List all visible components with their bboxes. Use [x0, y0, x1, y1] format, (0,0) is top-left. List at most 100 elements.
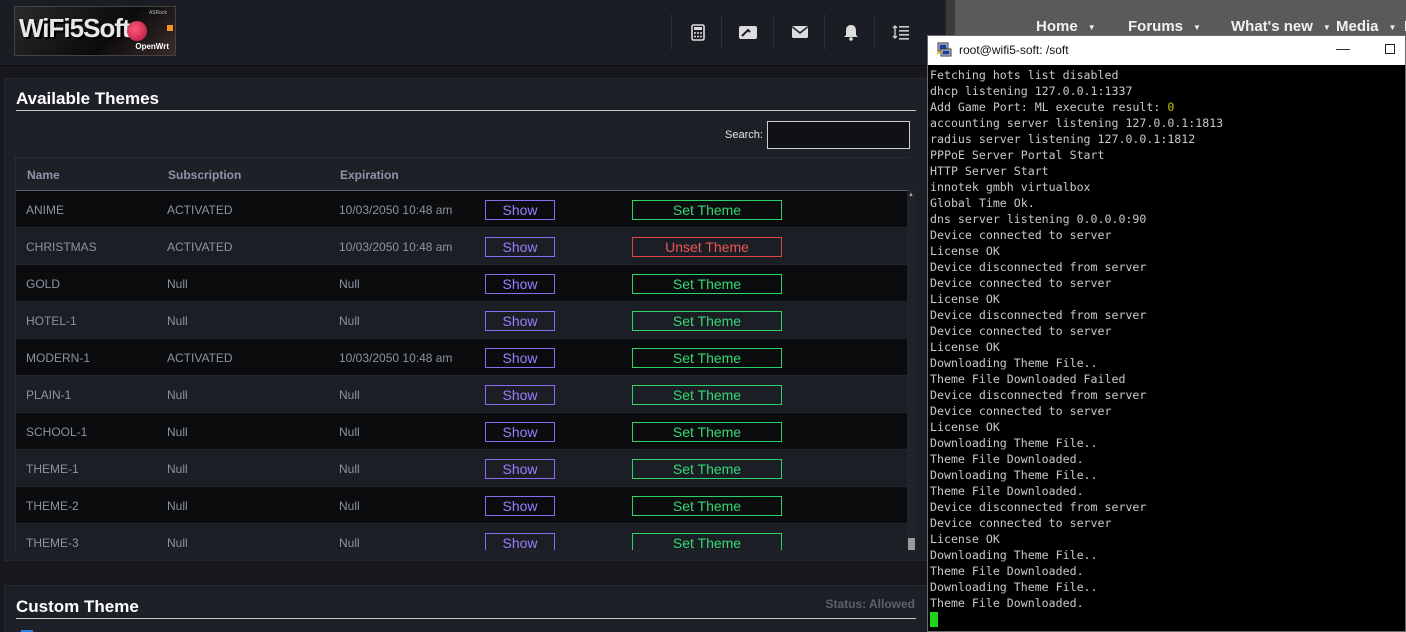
- table-row: HOTEL-1 Null Null Show Set Theme: [16, 302, 908, 339]
- table-row: THEME-3 Null Null Show Set Theme: [16, 524, 908, 550]
- forum-nav-forums[interactable]: Forums ▼: [1128, 18, 1201, 35]
- table-row: CHRISTMAS ACTIVATED 10/03/2050 10:48 am Sho…: [16, 228, 908, 265]
- theme-expiration: 10/03/2050 10:48 am: [339, 351, 453, 365]
- terminal-line: Device disconnected from server: [930, 500, 1147, 514]
- table-row: SCHOOL-1 Null Null Show Set Theme: [16, 413, 908, 450]
- terminal-line: Device connected to server: [930, 404, 1112, 418]
- show-button[interactable]: Show: [485, 496, 555, 516]
- admin-app: WiFi5Soft ASRock OpenWrt Available Theme…: [0, 0, 945, 632]
- bell-icon[interactable]: [824, 14, 876, 50]
- table-row: GOLD Null Null Show Set Theme: [16, 265, 908, 302]
- theme-subscription: ACTIVATED: [167, 240, 233, 254]
- set-theme-button[interactable]: Set Theme: [632, 422, 782, 442]
- theme-expiration: 10/03/2050 10:48 am: [339, 240, 453, 254]
- theme-expiration: Null: [339, 314, 360, 328]
- terminal-titlebar[interactable]: root@wifi5-soft: /soft —: [928, 36, 1405, 65]
- terminal-line: Theme File Downloaded.: [930, 596, 1084, 610]
- terminal-line: Device disconnected from server: [930, 308, 1147, 322]
- terminal-line: Downloading Theme File..: [930, 580, 1098, 594]
- set-theme-button[interactable]: Set Theme: [632, 274, 782, 294]
- terminal-line: Device connected to server: [930, 228, 1112, 242]
- set-theme-button[interactable]: Set Theme: [632, 200, 782, 220]
- table-header: Name Subscription Expiration: [16, 157, 908, 191]
- terminal-line: Device disconnected from server: [930, 388, 1147, 402]
- mail-icon[interactable]: [773, 14, 825, 50]
- set-theme-button[interactable]: Set Theme: [632, 385, 782, 405]
- table-scrollbar[interactable]: [907, 191, 915, 550]
- title-divider: [16, 110, 916, 111]
- show-button[interactable]: Show: [485, 385, 555, 405]
- terminal-line: Device connected to server: [930, 516, 1112, 530]
- terminal-output[interactable]: Fetching hots list disabled dhcp listenin…: [930, 67, 1400, 627]
- show-button[interactable]: Show: [485, 311, 555, 331]
- show-button[interactable]: Show: [485, 274, 555, 294]
- result-value: 0: [1167, 100, 1175, 114]
- terminal-line: Downloading Theme File..: [930, 468, 1098, 482]
- set-theme-button[interactable]: Set Theme: [632, 311, 782, 331]
- terminal-line: License OK: [930, 532, 1000, 546]
- column-header-name[interactable]: Name: [27, 168, 60, 182]
- theme-subscription: Null: [167, 314, 188, 328]
- theme-subscription: Null: [167, 462, 188, 476]
- terminal-line: Device disconnected from server: [930, 260, 1147, 274]
- terminal-line: Downloading Theme File..: [930, 548, 1098, 562]
- terminal-line: accounting server listening 127.0.0.1:18…: [930, 116, 1224, 130]
- show-button[interactable]: Show: [485, 459, 555, 479]
- forum-nav-whats-new[interactable]: What's new ▼: [1231, 18, 1331, 35]
- search-input[interactable]: [767, 121, 910, 149]
- show-button[interactable]: Show: [485, 348, 555, 368]
- set-theme-button[interactable]: Set Theme: [632, 459, 782, 479]
- maximize-button[interactable]: [1385, 44, 1395, 54]
- set-theme-button[interactable]: Set Theme: [632, 533, 782, 550]
- logo[interactable]: WiFi5Soft ASRock OpenWrt: [14, 6, 176, 56]
- terminal-line: Add Game Port: ML execute result: 0: [930, 100, 1175, 114]
- theme-expiration: Null: [339, 462, 360, 476]
- terminal-line: License OK: [930, 420, 1000, 434]
- table-row: THEME-2 Null Null Show Set Theme: [16, 487, 908, 524]
- top-bar: WiFi5Soft ASRock OpenWrt: [0, 0, 945, 66]
- theme-subscription: ACTIVATED: [167, 203, 233, 217]
- scroll-up-arrow-icon[interactable]: ▲: [907, 191, 915, 199]
- show-button[interactable]: Show: [485, 237, 555, 257]
- show-button[interactable]: Show: [485, 200, 555, 220]
- theme-name: THEME-1: [26, 462, 79, 476]
- theme-subscription: Null: [167, 499, 188, 513]
- sort-icon[interactable]: [874, 14, 926, 50]
- search-label: Search:: [725, 129, 763, 141]
- terminal-line: HTTP Server Start: [930, 164, 1049, 178]
- screen: Home▼ Forums▼ What's new▼ Media▼ M WiFi5…: [0, 0, 1406, 632]
- terminal-line: Downloading Theme File..: [930, 436, 1098, 450]
- panel-title: Available Themes: [16, 89, 159, 108]
- theme-name: HOTEL-1: [26, 314, 77, 328]
- theme-subscription: Null: [167, 388, 188, 402]
- scrollbar-thumb[interactable]: [908, 538, 915, 550]
- terminal-line: Theme File Downloaded.: [930, 452, 1084, 466]
- theme-name: THEME-2: [26, 499, 79, 513]
- terminal-line: Downloading Theme File..: [930, 356, 1098, 370]
- theme-subscription: ACTIVATED: [167, 351, 233, 365]
- terminal-line: Theme File Downloaded Failed: [930, 372, 1126, 386]
- terminal-line: License OK: [930, 292, 1000, 306]
- column-header-subscription[interactable]: Subscription: [168, 168, 241, 182]
- unset-theme-button[interactable]: Unset Theme: [632, 237, 782, 257]
- theme-expiration: Null: [339, 425, 360, 439]
- theme-subscription: Null: [167, 425, 188, 439]
- forum-nav-media[interactable]: Media ▼: [1336, 18, 1396, 35]
- column-header-expiration[interactable]: Expiration: [340, 168, 399, 182]
- set-theme-button[interactable]: Set Theme: [632, 348, 782, 368]
- terminal-line: Theme File Downloaded.: [930, 484, 1084, 498]
- terminal-line: PPPoE Server Portal Start: [930, 148, 1105, 162]
- logo-tag: ASRock: [148, 10, 167, 16]
- table-row: MODERN-1 ACTIVATED 10/03/2050 10:48 am Show…: [16, 339, 908, 376]
- theme-subscription: Null: [167, 536, 188, 550]
- show-button[interactable]: Show: [485, 533, 555, 550]
- dashboard-icon[interactable]: [721, 14, 773, 50]
- table-row: THEME-1 Null Null Show Set Theme: [16, 450, 908, 487]
- show-button[interactable]: Show: [485, 422, 555, 442]
- theme-expiration: Null: [339, 277, 360, 291]
- forum-nav-home[interactable]: Home ▼: [1036, 18, 1096, 35]
- calculator-icon[interactable]: [671, 14, 723, 50]
- minimize-button[interactable]: —: [1336, 40, 1350, 56]
- status-text: Status: Allowed: [825, 597, 915, 611]
- set-theme-button[interactable]: Set Theme: [632, 496, 782, 516]
